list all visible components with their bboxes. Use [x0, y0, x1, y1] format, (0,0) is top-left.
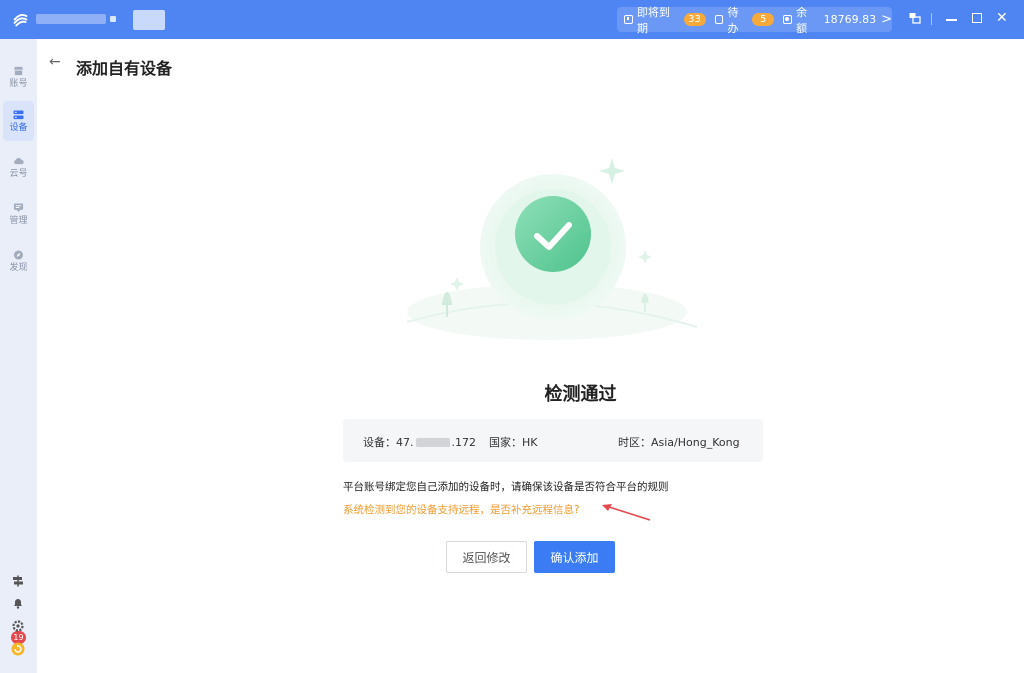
- todo-count-badge: 5: [752, 13, 775, 26]
- stat-todo-label: 待办: [727, 5, 739, 35]
- avatar[interactable]: [133, 10, 165, 30]
- signpost-icon[interactable]: [12, 575, 24, 587]
- stat-balance-label: 余额: [796, 5, 808, 35]
- device-ip-suffix: .172: [451, 436, 477, 449]
- compass-icon: [13, 249, 24, 260]
- timezone-label: 时区：: [618, 436, 651, 449]
- check-circle-icon: [515, 196, 591, 272]
- device-info-box: 设备：47. .172 国家：HK 时区：Asia/Hong_Kong: [343, 419, 763, 462]
- refresh-icon[interactable]: [11, 642, 25, 656]
- back-modify-button[interactable]: 返回修改: [446, 541, 527, 573]
- rule-notice: 平台账号绑定您自己添加的设备时，请确保该设备是否符合平台的规则: [343, 481, 669, 493]
- chat-manage-icon: [13, 202, 24, 212]
- title-bar: 即将到期 33 待办 5 余额 18769.83 > ✕: [0, 0, 1024, 39]
- sidebar-item-label: 管理: [9, 215, 28, 226]
- annotation-arrow-icon: [602, 504, 651, 521]
- gear-icon[interactable]: [12, 620, 24, 632]
- expiring-count-badge: 33: [683, 13, 706, 26]
- checklist-icon: [714, 15, 724, 24]
- country-label: 国家：: [489, 436, 522, 449]
- sidebar-item-manage[interactable]: 管理: [3, 194, 34, 234]
- bell-icon[interactable]: [12, 597, 24, 609]
- close-icon[interactable]: ✕: [996, 10, 1008, 26]
- sidebar-item-devices[interactable]: 设备: [3, 101, 34, 141]
- sidebar-item-cloud[interactable]: 云号: [3, 147, 34, 187]
- maximize-icon[interactable]: [972, 13, 982, 23]
- app-logo-icon: [13, 14, 28, 27]
- server-icon: [13, 109, 24, 119]
- account-name-blurred: [36, 14, 106, 24]
- status-dot: [110, 16, 116, 22]
- balance-value: 18769.83: [823, 13, 877, 26]
- cloud-icon: [14, 157, 24, 164]
- stat-expiring[interactable]: 即将到期 33: [624, 6, 706, 35]
- wallet-icon: [783, 15, 793, 24]
- back-arrow-icon[interactable]: ←: [49, 54, 61, 70]
- store-icon: [13, 66, 24, 75]
- success-illustration: [406, 158, 698, 340]
- device-ip-info: 设备：47. .172: [363, 434, 476, 450]
- timezone-value: Asia/Hong_Kong: [651, 436, 740, 449]
- timezone-info: 时区：Asia/Hong_Kong: [618, 434, 740, 450]
- country-value: HK: [522, 436, 538, 449]
- window-controls-divider: [931, 13, 932, 25]
- calendar-icon: [624, 15, 633, 24]
- confirm-add-button[interactable]: 确认添加: [534, 541, 615, 573]
- chevron-right-icon: >: [881, 12, 893, 27]
- page-title: 添加自有设备: [76, 59, 173, 78]
- sidebar-item-label: 发现: [9, 262, 28, 273]
- stat-todo[interactable]: 待办 5: [714, 6, 775, 35]
- sidebar-item-label: 云号: [9, 168, 28, 179]
- remote-info-link[interactable]: 系统检测到您的设备支持远程，是否补充远程信息?: [343, 502, 580, 517]
- sidebar-item-discover[interactable]: 发现: [3, 241, 34, 281]
- ip-blurred: [415, 438, 450, 447]
- sidebar-item-label: 设备: [9, 122, 28, 133]
- main-content: ← 添加自有设备 检测通过 设备：47. .172 国家：HK 时区：Asia/…: [37, 39, 1024, 673]
- sidebar: 账号 设备 云号 管理 发现 19: [0, 39, 37, 673]
- device-ip-prefix: 47.: [396, 436, 414, 449]
- stat-balance[interactable]: 余额 18769.83 >: [783, 6, 893, 35]
- sidebar-item-accounts[interactable]: 账号: [3, 57, 34, 97]
- sidebar-item-label: 账号: [9, 78, 28, 89]
- device-label: 设备：: [363, 436, 396, 449]
- minimize-icon[interactable]: [946, 19, 957, 21]
- screen-share-icon[interactable]: [909, 12, 921, 24]
- result-title: 检测通过: [544, 384, 617, 405]
- stat-expiring-label: 即将到期: [636, 5, 670, 35]
- country-info: 国家：HK: [489, 434, 538, 450]
- stats-group: 即将到期 33 待办 5 余额 18769.83 >: [617, 6, 893, 35]
